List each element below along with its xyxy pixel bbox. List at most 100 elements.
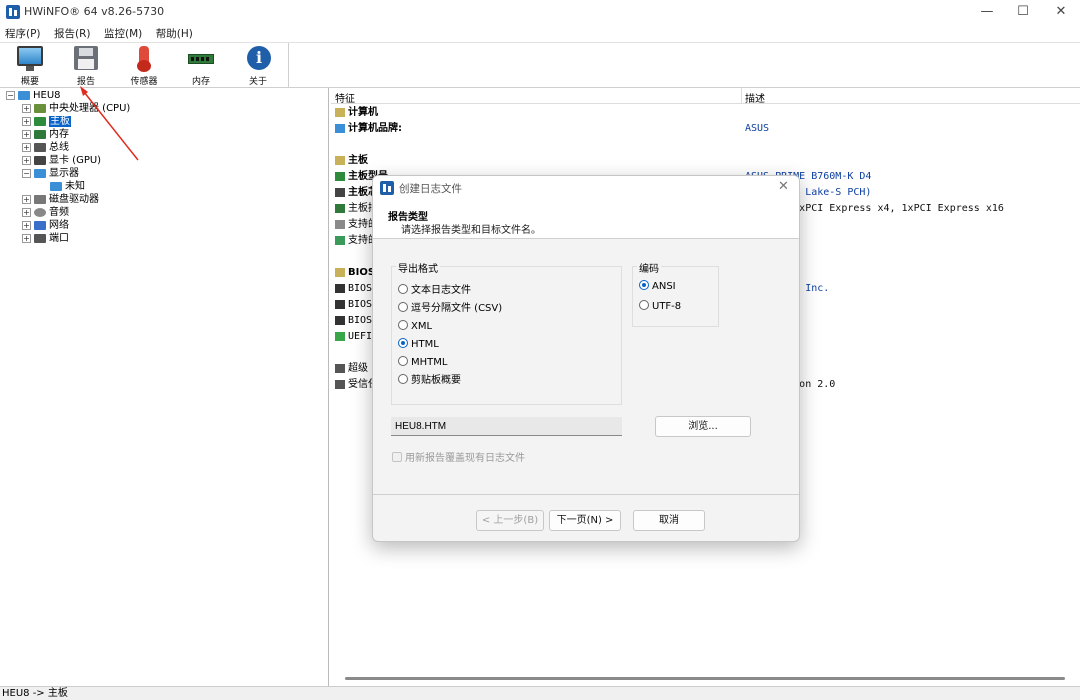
cancel-button[interactable]: 取消 xyxy=(633,510,705,531)
tree-item-drives[interactable]: + 磁盘驱动器 xyxy=(22,193,99,206)
row-icon xyxy=(335,331,345,341)
tree-item-gpu[interactable]: + 显卡 (GPU) xyxy=(22,154,101,167)
detail-row-label[interactable]: BIOS xyxy=(335,266,375,280)
expand-icon[interactable]: + xyxy=(22,129,31,139)
tree-item-memory[interactable]: + 内存 xyxy=(22,128,69,141)
memory-button[interactable]: 内存 xyxy=(173,46,229,88)
description-column-header[interactable]: 描述 xyxy=(745,90,765,105)
expand-icon[interactable]: + xyxy=(22,142,31,152)
format-text-radio[interactable]: 文本日志文件 xyxy=(398,284,471,298)
sensors-label: 传感器 xyxy=(130,77,158,87)
format-clipboard-radio[interactable]: 剪贴板概要 xyxy=(398,374,461,388)
checkbox-icon xyxy=(392,452,402,462)
detail-row-label[interactable]: 计算机 xyxy=(335,106,378,120)
row-icon xyxy=(335,299,345,309)
row-icon xyxy=(335,235,345,245)
tree-item-unknown-monitor[interactable]: 未知 xyxy=(38,180,85,193)
row-icon xyxy=(335,123,345,133)
radio-selected-icon xyxy=(398,338,408,348)
status-bar: HEU8 -> 主板 xyxy=(0,686,1080,700)
expand-icon[interactable]: + xyxy=(22,233,31,243)
format-xml-radio[interactable]: XML xyxy=(398,320,432,334)
tree-item-cpu[interactable]: + 中央处理器 (CPU) xyxy=(22,102,130,115)
horizontal-scrollbar[interactable] xyxy=(345,677,1065,680)
expand-icon[interactable]: + xyxy=(22,194,31,204)
minimize-button[interactable]: — xyxy=(972,2,1002,22)
detail-row-label[interactable]: UEFI xyxy=(335,330,372,344)
row-icon xyxy=(335,379,345,389)
about-button[interactable]: i 关于 xyxy=(230,46,286,88)
dialog-title: 创建日志文件 xyxy=(399,183,462,195)
tree-item-monitor[interactable]: − 显示器 xyxy=(22,167,79,180)
detail-row-label[interactable]: BIOS xyxy=(335,314,372,328)
overwrite-checkbox[interactable]: 用新报告覆盖现有日志文件 xyxy=(392,452,525,465)
tree-item-ports[interactable]: + 端口 xyxy=(22,232,69,245)
close-button[interactable]: ✕ xyxy=(1046,2,1076,22)
report-button[interactable]: 报告 xyxy=(58,46,114,88)
detail-row-label[interactable]: 计算机品牌: xyxy=(335,122,402,136)
back-button[interactable]: < 上一步(B) xyxy=(476,510,544,531)
detail-row-label[interactable]: BIOS xyxy=(335,282,372,296)
menu-monitor[interactable]: 监控(M) xyxy=(99,24,147,43)
menu-program[interactable]: 程序(P) xyxy=(0,24,46,43)
detail-row-label[interactable]: BIOS xyxy=(335,298,372,312)
format-html-radio[interactable]: HTML xyxy=(398,338,439,352)
expand-icon[interactable]: + xyxy=(22,155,31,165)
feature-column-header[interactable]: 特征 xyxy=(335,90,355,105)
radio-selected-icon xyxy=(639,280,649,290)
window-title: HWiNFO® 64 v8.26-5730 xyxy=(24,5,165,18)
dialog-close-button[interactable]: ✕ xyxy=(778,179,789,194)
collapse-icon[interactable]: − xyxy=(6,90,15,100)
tree-item-mainboard[interactable]: + 主板 xyxy=(22,115,71,128)
radio-icon xyxy=(639,300,649,310)
row-icon xyxy=(335,155,345,165)
radio-icon xyxy=(398,374,408,384)
tree-root[interactable]: − HEU8 xyxy=(6,89,61,102)
display-icon xyxy=(34,168,46,178)
summary-label: 概要 xyxy=(20,77,39,87)
encoding-ansi-radio[interactable]: ANSI xyxy=(639,280,676,294)
detail-row-label[interactable]: 超级 xyxy=(335,362,368,376)
sensors-button[interactable]: 传感器 xyxy=(116,46,172,88)
row-icon xyxy=(335,283,345,293)
expand-icon[interactable]: + xyxy=(22,103,31,113)
browse-button[interactable]: 浏览... xyxy=(655,416,751,437)
gpu-icon xyxy=(34,155,46,165)
next-button[interactable]: 下一页(N) > xyxy=(549,510,621,531)
port-icon xyxy=(34,233,46,243)
expand-icon[interactable]: + xyxy=(22,116,31,126)
hwinfo-app-icon xyxy=(380,181,394,195)
filename-input[interactable] xyxy=(391,417,622,436)
menu-help[interactable]: 帮助(H) xyxy=(151,24,198,43)
export-format-group: 导出格式 文本日志文件 逗号分隔文件 (CSV) XML HTML MHTML … xyxy=(391,260,622,405)
expand-icon[interactable]: + xyxy=(22,207,31,217)
format-csv-radio[interactable]: 逗号分隔文件 (CSV) xyxy=(398,302,502,316)
expand-icon[interactable]: + xyxy=(22,220,31,230)
display-icon xyxy=(50,181,62,191)
dialog-header: 报告类型 请选择报告类型和目标文件名。 xyxy=(373,200,799,239)
export-format-label: 导出格式 xyxy=(396,260,440,275)
drive-icon xyxy=(34,194,46,204)
maximize-button[interactable]: ☐ xyxy=(1008,2,1038,22)
radio-icon xyxy=(398,356,408,366)
thermometer-icon xyxy=(131,46,157,72)
tree-item-bus[interactable]: + 总线 xyxy=(22,141,69,154)
row-icon xyxy=(335,363,345,373)
collapse-icon[interactable]: − xyxy=(22,168,31,178)
encoding-label: 编码 xyxy=(637,260,661,275)
title-bar: HWiNFO® 64 v8.26-5730 — ☐ ✕ xyxy=(0,0,1080,24)
format-mhtml-radio[interactable]: MHTML xyxy=(398,356,447,370)
encoding-utf8-radio[interactable]: UTF-8 xyxy=(639,300,681,314)
info-icon: i xyxy=(245,46,271,72)
device-tree[interactable]: − HEU8 + 中央处理器 (CPU) + 主板 + 内存 + 总线 + 显卡 (GPU)… xyxy=(0,88,329,686)
tree-item-network[interactable]: + 网络 xyxy=(22,219,69,232)
tree-item-audio[interactable]: + 音频 xyxy=(22,206,69,219)
summary-button[interactable]: 概要 xyxy=(2,46,58,88)
menu-report[interactable]: 报告(R) xyxy=(49,24,96,43)
radio-icon xyxy=(398,302,408,312)
detail-row-label[interactable]: 主板 xyxy=(335,154,368,168)
mainboard-icon xyxy=(34,116,46,126)
row-icon xyxy=(335,107,345,117)
row-icon xyxy=(335,203,345,213)
column-divider[interactable] xyxy=(741,88,742,104)
